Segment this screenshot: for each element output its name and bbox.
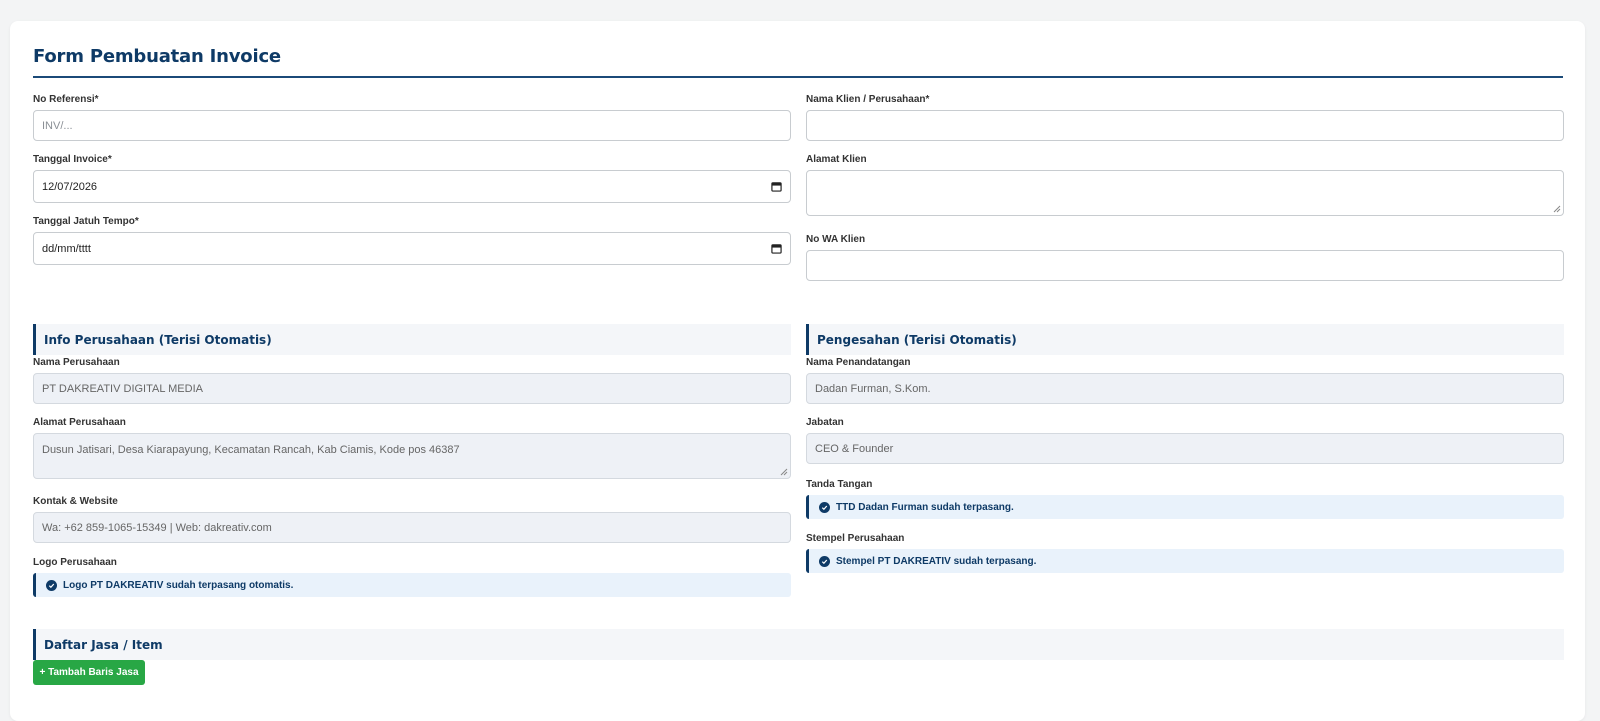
nama-penandatangan-label: Nama Penandatangan (806, 357, 911, 368)
no-wa-klien-label: No WA Klien (806, 234, 866, 245)
alamat-perusahaan-label: Alamat Perusahaan (33, 417, 126, 428)
jabatan-label: Jabatan (806, 417, 844, 428)
resize-handle-icon[interactable] (780, 468, 788, 476)
resize-handle-icon[interactable] (1553, 205, 1561, 213)
jabatan-input[interactable]: CEO & Founder (806, 433, 1564, 464)
pengesahan-heading: Pengesahan (Terisi Otomatis) (806, 324, 1564, 355)
stempel-notice-text: Stempel PT DAKREATIV sudah terpasang. (836, 555, 1037, 567)
nama-klien-input[interactable] (806, 110, 1564, 141)
nama-klien-label: Nama Klien / Perusahaan* (806, 94, 930, 105)
kontak-website-input[interactable]: Wa: +62 859-1065-15349 | Web: dakreativ.… (33, 512, 791, 543)
info-perusahaan-heading: Info Perusahaan (Terisi Otomatis) (33, 324, 791, 355)
alamat-perusahaan-value: Dusun Jatisari, Desa Kiarapayung, Kecama… (42, 444, 460, 456)
stempel-notice: Stempel PT DAKREATIV sudah terpasang. (806, 549, 1564, 573)
alamat-klien-label: Alamat Klien (806, 154, 867, 165)
logo-notice-text: Logo PT DAKREATIV sudah terpasang otomat… (63, 579, 294, 591)
tanggal-invoice-value: 12/07/2026 (42, 180, 98, 193)
tanda-tangan-label: Tanda Tangan (806, 479, 873, 490)
no-wa-klien-input[interactable] (806, 250, 1564, 281)
daftar-jasa-heading: Daftar Jasa / Item (33, 629, 1564, 660)
tanggal-jatuh-tempo-value: dd/mm/tttt (42, 242, 91, 255)
logo-perusahaan-label: Logo Perusahaan (33, 557, 117, 568)
ttd-notice-text: TTD Dadan Furman sudah terpasang. (836, 501, 1014, 513)
tambah-baris-jasa-button[interactable]: + Tambah Baris Jasa (33, 660, 145, 685)
alamat-perusahaan-textarea[interactable]: Dusun Jatisari, Desa Kiarapayung, Kecama… (33, 433, 791, 479)
calendar-icon[interactable] (771, 181, 782, 192)
tanggal-jatuh-tempo-input[interactable]: dd/mm/tttt (33, 232, 791, 265)
check-circle-icon (819, 555, 830, 567)
page-title: Form Pembuatan Invoice (33, 46, 281, 67)
ttd-notice: TTD Dadan Furman sudah terpasang. (806, 495, 1564, 519)
nama-perusahaan-label: Nama Perusahaan (33, 357, 120, 368)
no-referensi-label: No Referensi* (33, 94, 99, 105)
check-circle-icon (819, 501, 830, 513)
tanggal-invoice-label: Tanggal Invoice* (33, 154, 112, 165)
nama-penandatangan-input[interactable]: Dadan Furman, S.Kom. (806, 373, 1564, 404)
check-circle-icon (46, 579, 57, 591)
tanggal-invoice-input[interactable]: 12/07/2026 (33, 170, 791, 203)
nama-perusahaan-input[interactable]: PT DAKREATIV DIGITAL MEDIA (33, 373, 791, 404)
alamat-klien-textarea[interactable] (806, 170, 1564, 216)
tanggal-jatuh-tempo-label: Tanggal Jatuh Tempo* (33, 216, 139, 227)
calendar-icon[interactable] (771, 243, 782, 254)
no-referensi-input[interactable]: INV/... (33, 110, 791, 141)
kontak-website-label: Kontak & Website (33, 496, 118, 507)
stempel-perusahaan-label: Stempel Perusahaan (806, 533, 905, 544)
title-divider (33, 76, 1563, 78)
logo-notice: Logo PT DAKREATIV sudah terpasang otomat… (33, 573, 791, 597)
